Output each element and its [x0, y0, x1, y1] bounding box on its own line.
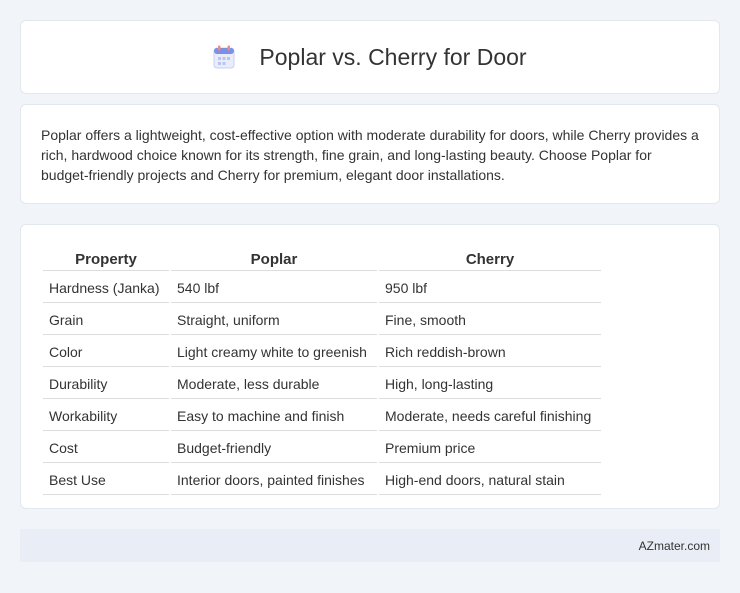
cell-property: Durability — [43, 369, 169, 399]
cell-cherry: Moderate, needs careful finishing — [379, 401, 601, 431]
comparison-table: Property Poplar Cherry Hardness (Janka) … — [41, 245, 603, 497]
table-row: Cost Budget-friendly Premium price — [43, 433, 601, 463]
cell-poplar: Straight, uniform — [171, 305, 377, 335]
header-poplar: Poplar — [171, 247, 377, 271]
cell-property: Cost — [43, 433, 169, 463]
table-row: Grain Straight, uniform Fine, smooth — [43, 305, 601, 335]
calendar-icon — [213, 45, 235, 69]
cell-cherry: 950 lbf — [379, 273, 601, 303]
title-card: Poplar vs. Cherry for Door — [20, 20, 720, 94]
header-cherry: Cherry — [379, 247, 601, 271]
summary-text: Poplar offers a lightweight, cost-effect… — [41, 127, 699, 183]
cell-property: Workability — [43, 401, 169, 431]
cell-poplar: Easy to machine and finish — [171, 401, 377, 431]
table-header-row: Property Poplar Cherry — [43, 247, 601, 271]
page-title: Poplar vs. Cherry for Door — [259, 43, 527, 70]
cell-property: Hardness (Janka) — [43, 273, 169, 303]
cell-cherry: Fine, smooth — [379, 305, 601, 335]
cell-cherry: High-end doors, natural stain — [379, 465, 601, 495]
cell-cherry: High, long-lasting — [379, 369, 601, 399]
cell-poplar: Budget-friendly — [171, 433, 377, 463]
summary-card: Poplar offers a lightweight, cost-effect… — [20, 104, 720, 204]
cell-poplar: Interior doors, painted finishes — [171, 465, 377, 495]
comparison-card: Property Poplar Cherry Hardness (Janka) … — [20, 224, 720, 509]
cell-poplar: Light creamy white to greenish — [171, 337, 377, 367]
header-property: Property — [43, 247, 169, 271]
table-row: Hardness (Janka) 540 lbf 950 lbf — [43, 273, 601, 303]
cell-property: Best Use — [43, 465, 169, 495]
cell-property: Color — [43, 337, 169, 367]
cell-poplar: 540 lbf — [171, 273, 377, 303]
table-row: Color Light creamy white to greenish Ric… — [43, 337, 601, 367]
table-row: Durability Moderate, less durable High, … — [43, 369, 601, 399]
cell-cherry: Premium price — [379, 433, 601, 463]
table-row: Best Use Interior doors, painted finishe… — [43, 465, 601, 495]
cell-poplar: Moderate, less durable — [171, 369, 377, 399]
footer: AZmater.com — [20, 529, 720, 562]
table-row: Workability Easy to machine and finish M… — [43, 401, 601, 431]
cell-cherry: Rich reddish-brown — [379, 337, 601, 367]
footer-site-link[interactable]: AZmater.com — [639, 539, 710, 553]
cell-property: Grain — [43, 305, 169, 335]
